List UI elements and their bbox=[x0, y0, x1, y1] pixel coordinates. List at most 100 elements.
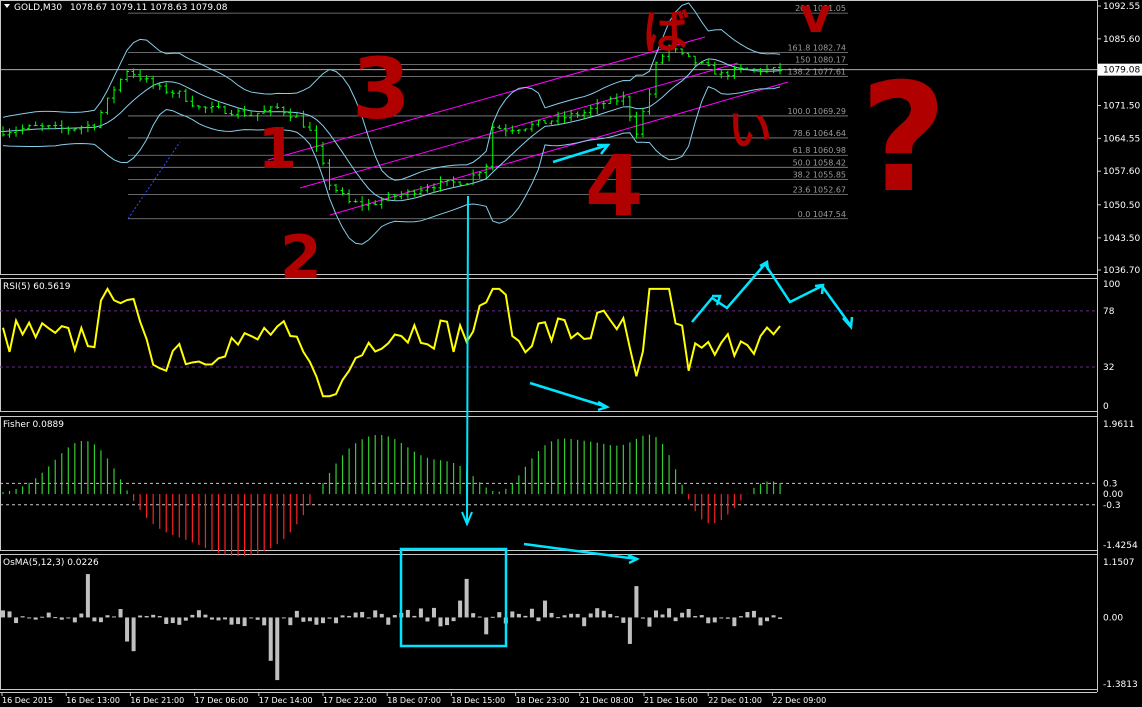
osma-bar bbox=[464, 578, 469, 618]
fisher-tick-label: 0.3 bbox=[1103, 479, 1117, 489]
ohlc-values: 1078.67 1079.11 1078.63 1079.08 bbox=[70, 3, 228, 13]
osma-bar bbox=[105, 615, 110, 618]
osma-bar bbox=[719, 617, 724, 619]
osma-bar bbox=[314, 617, 319, 625]
osma-bar bbox=[667, 608, 672, 618]
fib-label: 78.6 1064.64 bbox=[793, 129, 846, 138]
fib-label: 0.0 1047.54 bbox=[798, 210, 846, 219]
osma-bar bbox=[301, 617, 306, 622]
osma-bar bbox=[386, 617, 391, 625]
osma-bar bbox=[334, 617, 339, 624]
osma-bar bbox=[765, 617, 770, 622]
osma-bar bbox=[412, 615, 417, 618]
annotation-vertical-line bbox=[466, 195, 469, 523]
fib-label: 38.2 1055.85 bbox=[793, 170, 846, 179]
rsi-tick-label: 100 bbox=[1103, 280, 1120, 290]
time-label: 18 Dec 07:00 bbox=[387, 696, 441, 705]
osma-bar bbox=[542, 600, 547, 618]
price-tick-label: 1036.70 bbox=[1103, 266, 1140, 276]
annotation-arrowhead-rsi-4 bbox=[842, 316, 854, 330]
osma-bar bbox=[712, 617, 717, 623]
osma-bar bbox=[477, 616, 482, 618]
dropdown-triangle-icon bbox=[4, 4, 10, 8]
osma-bar bbox=[438, 617, 443, 627]
annotation-number-4: 4 bbox=[585, 137, 643, 235]
annotation-highlight-box bbox=[399, 547, 508, 648]
osma-bar bbox=[680, 612, 685, 618]
osma-tick-label: -1.3813 bbox=[1103, 680, 1138, 690]
osma-bar bbox=[27, 617, 32, 619]
price-tick-label: 1071.50 bbox=[1103, 102, 1140, 112]
osma-bar bbox=[693, 616, 698, 618]
osma-bar bbox=[569, 613, 574, 618]
osma-bar bbox=[425, 617, 430, 622]
osma-bar bbox=[164, 617, 169, 624]
annotation-arrow-fisher bbox=[523, 542, 638, 561]
osma-bar bbox=[458, 600, 463, 618]
annotation-kana-i: い bbox=[728, 105, 772, 156]
osma-bar bbox=[14, 617, 19, 624]
osma-bar bbox=[46, 612, 51, 618]
osma-bar bbox=[595, 608, 600, 618]
osma-bar bbox=[562, 615, 567, 618]
osma-bar bbox=[360, 611, 365, 618]
osma-bar bbox=[778, 617, 783, 619]
osma-bar bbox=[654, 610, 658, 618]
osma-bar bbox=[183, 617, 188, 621]
fib-trendline bbox=[127, 141, 181, 220]
osma-bar bbox=[745, 612, 750, 618]
fib-label: 50.0 1058.42 bbox=[793, 158, 846, 167]
osma-bar bbox=[20, 616, 25, 618]
osma-bar bbox=[85, 574, 90, 618]
osma-bar bbox=[601, 610, 606, 618]
annotation-number-3: 3 bbox=[352, 40, 410, 138]
osma-bar bbox=[223, 617, 228, 620]
osma-bar bbox=[118, 608, 123, 618]
osma-bar bbox=[431, 607, 436, 618]
time-label: 16 Dec 2015 bbox=[2, 696, 53, 705]
osma-bar bbox=[405, 609, 410, 618]
osma-bar bbox=[59, 617, 64, 620]
osma-bar bbox=[131, 617, 136, 652]
osma-bar bbox=[582, 617, 587, 627]
osma-bar bbox=[79, 613, 84, 618]
osma-bar bbox=[366, 617, 371, 619]
fib-label: 138.2 1077.61 bbox=[787, 68, 846, 77]
fisher-tick-label: 1.9611 bbox=[1103, 420, 1135, 430]
osma-bar bbox=[72, 617, 77, 623]
rsi-tick-label: 32 bbox=[1103, 363, 1114, 373]
osma-bar bbox=[608, 613, 613, 618]
fisher-tick-label: 0.00 bbox=[1103, 490, 1123, 500]
osma-bar bbox=[516, 613, 521, 618]
price-tick-label: 1043.50 bbox=[1103, 234, 1140, 244]
fib-label: 100.0 1069.29 bbox=[787, 107, 846, 116]
osma-bar bbox=[347, 615, 352, 618]
rsi-tick-label: 0 bbox=[1103, 402, 1109, 412]
osma-bar bbox=[340, 615, 345, 618]
osma-bar bbox=[307, 617, 312, 622]
fisher-tick-label: -1.4254 bbox=[1103, 541, 1138, 551]
osma-bar bbox=[451, 617, 456, 622]
osma-bar bbox=[536, 617, 541, 622]
osma-bar bbox=[138, 615, 143, 618]
osma-bar bbox=[484, 617, 489, 635]
osma-bar bbox=[738, 616, 743, 618]
osma-bar bbox=[758, 617, 763, 626]
current-price-label: 1079.08 bbox=[1103, 66, 1140, 76]
osma-bar bbox=[92, 617, 97, 622]
osma-bar bbox=[510, 611, 515, 618]
osma-tick-label: 1.1507 bbox=[1103, 558, 1135, 568]
osma-bar bbox=[327, 617, 332, 619]
time-label: 21 Dec 16:00 bbox=[644, 696, 698, 705]
osma-bar bbox=[294, 610, 299, 618]
fisher-tick-label: -0.3 bbox=[1103, 501, 1121, 511]
osma-tick-label: 0.00 bbox=[1103, 613, 1123, 623]
fib-label: 150 1080.17 bbox=[795, 56, 846, 65]
osma-bar bbox=[1, 610, 5, 618]
osma-bar bbox=[209, 617, 214, 620]
annotation-number-2: 2 bbox=[280, 223, 322, 293]
osma-bar bbox=[170, 617, 175, 624]
osma-bar bbox=[771, 615, 776, 618]
osma-bar bbox=[275, 617, 280, 681]
osma-bar bbox=[229, 617, 234, 625]
